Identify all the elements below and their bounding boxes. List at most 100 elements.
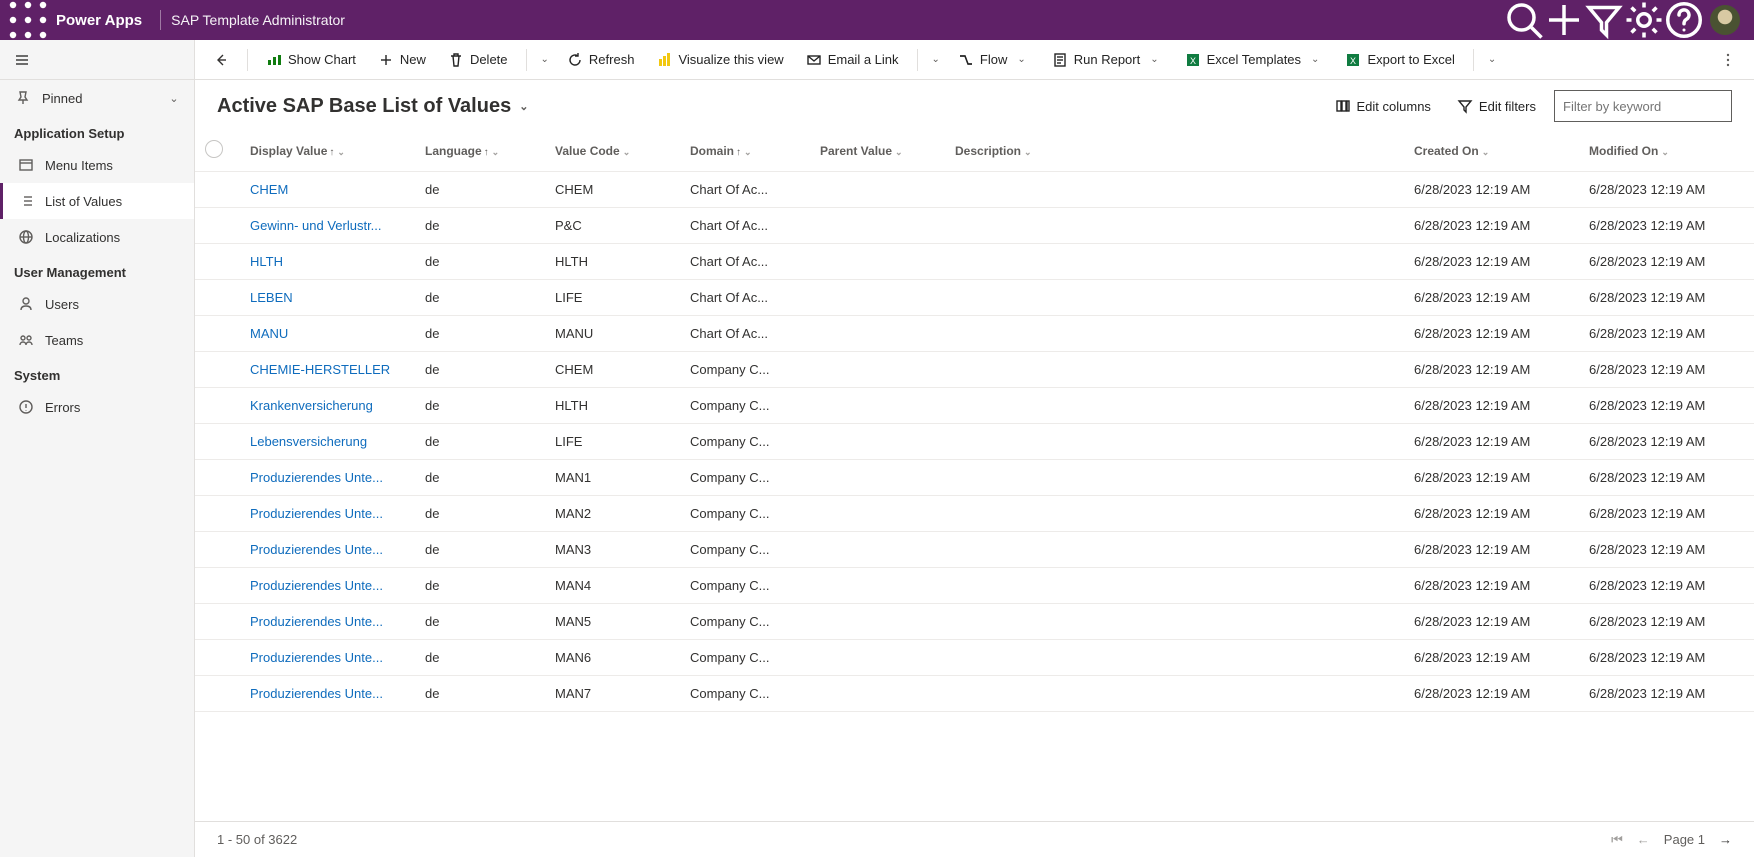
search-icon[interactable]	[1504, 0, 1544, 40]
export-split-button[interactable]: ⌄	[1484, 54, 1500, 65]
table-row[interactable]: LebensversicherungdeLIFECompany C...6/28…	[195, 424, 1754, 460]
record-link[interactable]: Produzierendes Unte...	[250, 542, 383, 557]
delete-split-button[interactable]: ⌄	[537, 54, 553, 65]
record-link[interactable]: HLTH	[250, 254, 283, 269]
data-grid[interactable]: Display Value↑⌄ Language↑⌄ Value Code⌄ D…	[195, 130, 1754, 821]
col-description[interactable]: Description⌄	[945, 130, 1404, 172]
table-row[interactable]: Produzierendes Unte...deMAN6Company C...…	[195, 640, 1754, 676]
col-created-on[interactable]: Created On⌄	[1404, 130, 1579, 172]
keyword-filter-input[interactable]	[1554, 90, 1732, 122]
record-link[interactable]: Produzierendes Unte...	[250, 686, 383, 701]
record-link[interactable]: LEBEN	[250, 290, 293, 305]
row-select[interactable]	[195, 244, 240, 280]
nav-users[interactable]: Users	[0, 286, 194, 322]
select-all-header[interactable]	[195, 130, 240, 172]
row-select[interactable]	[195, 532, 240, 568]
show-chart-button[interactable]: Show Chart	[258, 44, 364, 76]
email-link-button[interactable]: Email a Link	[798, 44, 907, 76]
nav-menu-items[interactable]: Menu Items	[0, 147, 194, 183]
cell-value-code: MANU	[545, 316, 680, 352]
cell-description	[945, 532, 1404, 568]
row-select[interactable]	[195, 388, 240, 424]
table-row[interactable]: LEBENdeLIFEChart Of Ac...6/28/2023 12:19…	[195, 280, 1754, 316]
table-row[interactable]: HLTHdeHLTHChart Of Ac...6/28/2023 12:19 …	[195, 244, 1754, 280]
nav-label: Localizations	[45, 230, 120, 245]
row-select[interactable]	[195, 352, 240, 388]
col-domain[interactable]: Domain↑⌄	[680, 130, 810, 172]
row-select[interactable]	[195, 640, 240, 676]
run-report-button[interactable]: Run Report⌄	[1044, 44, 1171, 76]
row-select[interactable]	[195, 496, 240, 532]
nav-errors[interactable]: Errors	[0, 389, 194, 425]
record-link[interactable]: Gewinn- und Verlustr...	[250, 218, 382, 233]
table-row[interactable]: Produzierendes Unte...deMAN4Company C...…	[195, 568, 1754, 604]
col-modified-on[interactable]: Modified On⌄	[1579, 130, 1754, 172]
delete-button[interactable]: Delete	[440, 44, 516, 76]
row-select[interactable]	[195, 676, 240, 712]
record-link[interactable]: Produzierendes Unte...	[250, 506, 383, 521]
export-excel-button[interactable]: XExport to Excel	[1337, 44, 1462, 76]
record-link[interactable]: Produzierendes Unte...	[250, 614, 383, 629]
excel-templates-button[interactable]: XExcel Templates⌄	[1177, 44, 1332, 76]
app-launcher-button[interactable]	[8, 0, 48, 40]
new-button[interactable]: New	[370, 44, 434, 76]
command-overflow-button[interactable]	[1712, 44, 1744, 76]
table-row[interactable]: CHEMIE-HERSTELLERdeCHEMCompany C...6/28/…	[195, 352, 1754, 388]
record-link[interactable]: Produzierendes Unte...	[250, 578, 383, 593]
table-row[interactable]: KrankenversicherungdeHLTHCompany C...6/2…	[195, 388, 1754, 424]
table-row[interactable]: Produzierendes Unte...deMAN2Company C...…	[195, 496, 1754, 532]
cell-modified-on: 6/28/2023 12:19 AM	[1579, 316, 1754, 352]
col-value-code[interactable]: Value Code⌄	[545, 130, 680, 172]
row-select[interactable]	[195, 172, 240, 208]
filter-icon[interactable]	[1584, 0, 1624, 40]
back-button[interactable]	[205, 44, 237, 76]
row-select[interactable]	[195, 424, 240, 460]
pager-first-button[interactable]: ⏮	[1611, 832, 1623, 848]
row-select[interactable]	[195, 568, 240, 604]
record-link[interactable]: Produzierendes Unte...	[250, 470, 383, 485]
user-avatar[interactable]	[1710, 5, 1740, 35]
row-select[interactable]	[195, 280, 240, 316]
nav-collapse-button[interactable]	[0, 40, 194, 80]
record-link[interactable]: CHEMIE-HERSTELLER	[250, 362, 390, 377]
col-parent-value[interactable]: Parent Value⌄	[810, 130, 945, 172]
visualize-button[interactable]: Visualize this view	[648, 44, 791, 76]
table-row[interactable]: CHEMdeCHEMChart Of Ac...6/28/2023 12:19 …	[195, 172, 1754, 208]
table-row[interactable]: Produzierendes Unte...deMAN1Company C...…	[195, 460, 1754, 496]
row-select[interactable]	[195, 604, 240, 640]
nav-localizations[interactable]: Localizations	[0, 219, 194, 255]
col-language[interactable]: Language↑⌄	[415, 130, 545, 172]
pager-next-button[interactable]: →	[1719, 832, 1732, 847]
select-all-checkbox[interactable]	[205, 140, 223, 158]
table-row[interactable]: Produzierendes Unte...deMAN7Company C...…	[195, 676, 1754, 712]
help-icon[interactable]	[1664, 0, 1704, 40]
table-row[interactable]: Gewinn- und Verlustr...deP&CChart Of Ac.…	[195, 208, 1754, 244]
table-row[interactable]: Produzierendes Unte...deMAN3Company C...…	[195, 532, 1754, 568]
cell-parent-value	[810, 568, 945, 604]
table-row[interactable]: Produzierendes Unte...deMAN5Company C...…	[195, 604, 1754, 640]
trash-icon	[448, 52, 464, 68]
nav-list-of-values[interactable]: List of Values	[0, 183, 194, 219]
settings-icon[interactable]	[1624, 0, 1664, 40]
environment-label[interactable]: SAP Template Administrator	[171, 12, 345, 28]
nav-pinned[interactable]: Pinned ⌄	[0, 80, 194, 116]
record-link[interactable]: CHEM	[250, 182, 288, 197]
record-link[interactable]: Lebensversicherung	[250, 434, 367, 449]
record-link[interactable]: Produzierendes Unte...	[250, 650, 383, 665]
row-select[interactable]	[195, 208, 240, 244]
flow-button[interactable]: Flow⌄	[950, 44, 1038, 76]
view-selector[interactable]: Active SAP Base List of Values ⌄	[217, 95, 528, 118]
add-icon[interactable]	[1544, 0, 1584, 40]
refresh-button[interactable]: Refresh	[559, 44, 643, 76]
record-link[interactable]: Krankenversicherung	[250, 398, 373, 413]
edit-columns-button[interactable]: Edit columns	[1327, 94, 1439, 118]
edit-filters-button[interactable]: Edit filters	[1449, 94, 1544, 118]
email-split-button[interactable]: ⌄	[928, 54, 944, 65]
pager-prev-button[interactable]: ←	[1637, 832, 1650, 847]
row-select[interactable]	[195, 460, 240, 496]
col-display-value[interactable]: Display Value↑⌄	[240, 130, 415, 172]
row-select[interactable]	[195, 316, 240, 352]
record-link[interactable]: MANU	[250, 326, 288, 341]
nav-teams[interactable]: Teams	[0, 322, 194, 358]
table-row[interactable]: MANUdeMANUChart Of Ac...6/28/2023 12:19 …	[195, 316, 1754, 352]
